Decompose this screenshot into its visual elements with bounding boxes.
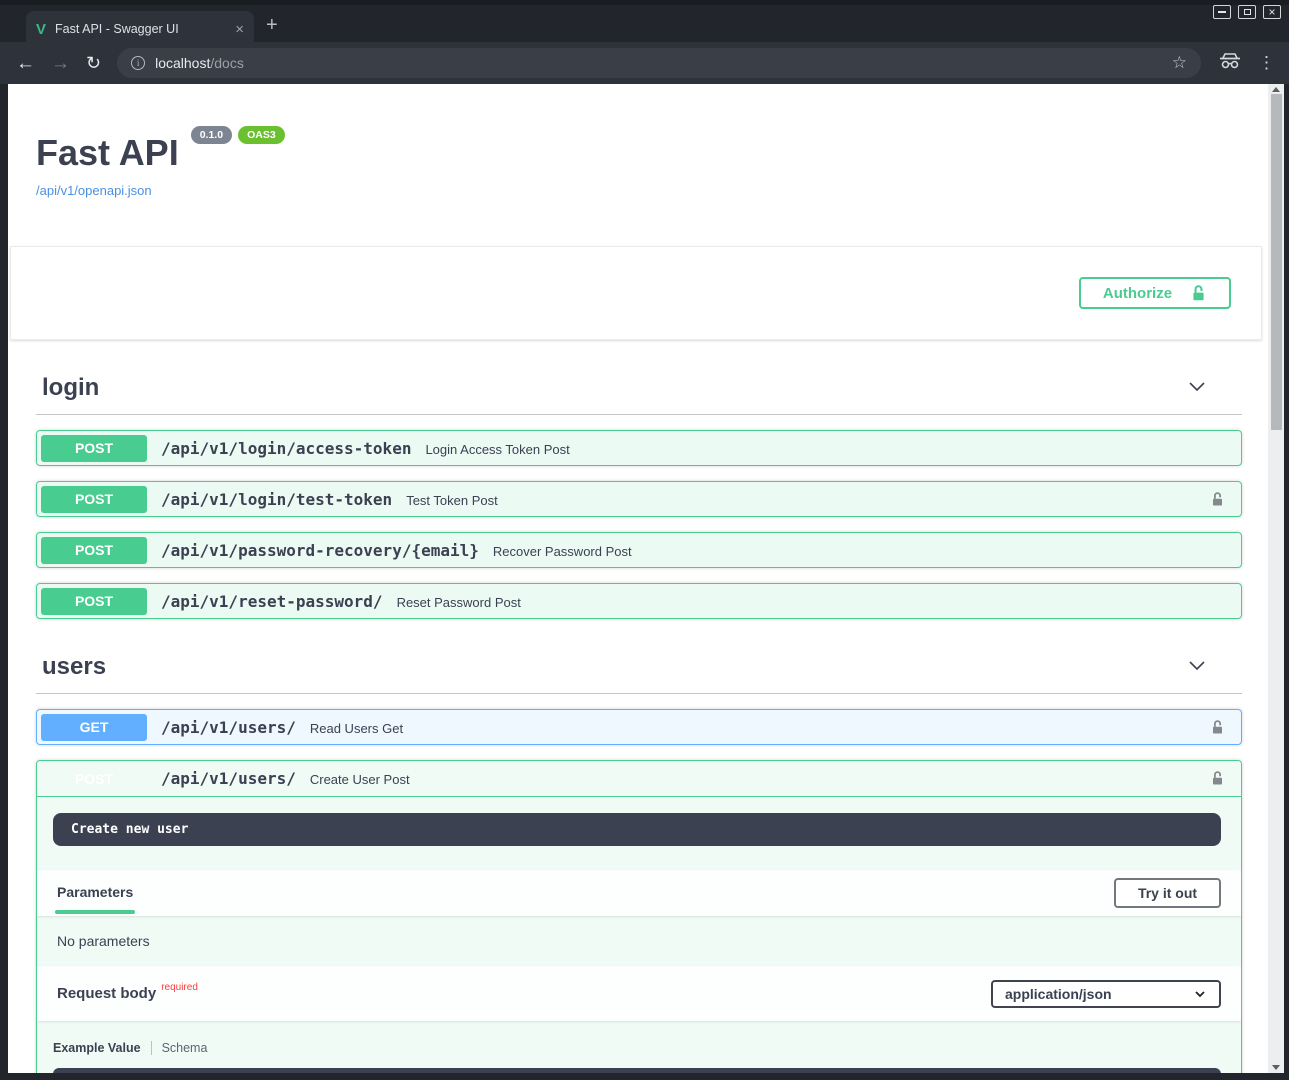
- op-description: Create new user: [53, 813, 1221, 846]
- op-create-user-expanded: POST /api/v1/users/ Create User Post Cre…: [36, 760, 1242, 1073]
- authorize-button[interactable]: Authorize: [1079, 277, 1231, 309]
- version-badge: 0.1.0: [191, 126, 232, 144]
- minimize-icon: [1218, 11, 1226, 13]
- no-parameters-text: No parameters: [37, 916, 1241, 966]
- section-login-header[interactable]: login: [36, 368, 1242, 415]
- parameters-header: Parameters Try it out: [37, 870, 1241, 916]
- incognito-icon: [1218, 53, 1242, 74]
- new-tab-button[interactable]: +: [266, 15, 278, 35]
- browser-menu-icon[interactable]: ⋮: [1258, 53, 1275, 73]
- content-type-value: application/json: [1005, 986, 1112, 1002]
- reload-button[interactable]: ↻: [86, 54, 101, 73]
- op-summary: Recover Password Post: [493, 542, 632, 559]
- op-read-users[interactable]: GET /api/v1/users/ Read Users Get: [36, 709, 1242, 745]
- request-body-label: Request body: [57, 985, 156, 1002]
- op-reset-password[interactable]: POST /api/v1/reset-password/ Reset Passw…: [36, 583, 1242, 619]
- auth-lock-icon[interactable]: [1210, 718, 1225, 737]
- content-type-select[interactable]: application/json: [991, 980, 1221, 1008]
- method-badge: POST: [41, 765, 147, 792]
- section-users-header[interactable]: users: [36, 647, 1242, 694]
- op-summary: Test Token Post: [406, 491, 498, 508]
- scroll-up-arrow[interactable]: [1272, 87, 1280, 92]
- method-badge: GET: [41, 714, 147, 741]
- maximize-icon: [1244, 9, 1251, 15]
- op-summary: Read Users Get: [310, 719, 403, 736]
- op-login-test-token[interactable]: POST /api/v1/login/test-token Test Token…: [36, 481, 1242, 517]
- page-scrollbar[interactable]: [1268, 84, 1284, 1073]
- op-login-access-token[interactable]: POST /api/v1/login/access-token Login Ac…: [36, 430, 1242, 466]
- oas3-badge: OAS3: [238, 126, 285, 144]
- example-code-block: {: [53, 1068, 1221, 1073]
- required-label: required: [161, 982, 198, 993]
- window-controls: ×: [1213, 5, 1281, 19]
- tab-schema[interactable]: Schema: [152, 1041, 208, 1055]
- request-body-header: Request body required application/json: [37, 966, 1241, 1021]
- op-summary: Create User Post: [310, 770, 410, 787]
- op-description-wrapper: Create new user: [37, 797, 1241, 870]
- openapi-spec-link[interactable]: /api/v1/openapi.json: [36, 183, 1242, 198]
- forward-button[interactable]: →: [51, 54, 70, 73]
- close-button[interactable]: ×: [1263, 5, 1281, 19]
- back-button[interactable]: ←: [16, 54, 35, 73]
- auth-lock-icon[interactable]: [1210, 490, 1225, 509]
- op-path: /api/v1/reset-password/: [161, 592, 383, 611]
- auth-lock-icon[interactable]: [1210, 769, 1225, 788]
- minimize-button[interactable]: [1213, 5, 1231, 19]
- chevron-down-icon[interactable]: [1186, 656, 1208, 679]
- authorize-label: Authorize: [1103, 285, 1172, 302]
- op-create-user-summary[interactable]: POST /api/v1/users/ Create User Post: [37, 761, 1241, 797]
- api-info: Fast API0.1.0OAS3 /api/v1/openapi.json: [36, 132, 1242, 198]
- swagger-page: Fast API0.1.0OAS3 /api/v1/openapi.json A…: [8, 84, 1268, 1073]
- method-badge: POST: [41, 537, 147, 564]
- op-path: /api/v1/users/: [161, 718, 296, 737]
- scheme-container: Authorize: [10, 246, 1262, 340]
- browser-toolbar: ← → ↻ i localhost /docs ☆ ⋮: [0, 42, 1289, 84]
- request-body-section: Example Value Schema {: [37, 1021, 1241, 1073]
- tab-example-value[interactable]: Example Value: [53, 1041, 152, 1055]
- op-path: /api/v1/login/test-token: [161, 490, 392, 509]
- maximize-button[interactable]: [1238, 5, 1256, 19]
- close-icon: ×: [1268, 7, 1275, 17]
- page-title: Fast API: [36, 132, 179, 173]
- page-viewport: Fast API0.1.0OAS3 /api/v1/openapi.json A…: [8, 84, 1284, 1073]
- url-path: /docs: [210, 55, 243, 71]
- op-password-recovery[interactable]: POST /api/v1/password-recovery/{email} R…: [36, 532, 1242, 568]
- try-it-out-button[interactable]: Try it out: [1114, 878, 1221, 908]
- method-badge: POST: [41, 486, 147, 513]
- titlebar: V Fast API - Swagger UI × + ×: [0, 0, 1289, 42]
- chevron-down-icon[interactable]: [1186, 377, 1208, 400]
- bookmark-icon[interactable]: ☆: [1172, 53, 1187, 73]
- op-path: /api/v1/users/: [161, 769, 296, 788]
- method-badge: POST: [41, 435, 147, 462]
- section-users: users GET /api/v1/users/ Read Users Get: [36, 647, 1242, 1073]
- op-summary: Reset Password Post: [397, 593, 521, 610]
- url-host: localhost: [155, 55, 210, 71]
- tab-close-icon[interactable]: ×: [235, 21, 244, 38]
- op-summary: Login Access Token Post: [425, 440, 569, 457]
- section-title: users: [42, 653, 1186, 681]
- swagger-favicon-icon: V: [36, 21, 46, 38]
- method-badge: POST: [41, 588, 147, 615]
- tab-parameters: Parameters: [57, 884, 133, 902]
- unlock-icon: [1190, 283, 1207, 304]
- op-path: /api/v1/login/access-token: [161, 439, 411, 458]
- tab-title: Fast API - Swagger UI: [55, 22, 227, 36]
- op-path: /api/v1/password-recovery/{email}: [161, 541, 479, 560]
- scrollbar-thumb[interactable]: [1271, 94, 1282, 430]
- section-login: login POST /api/v1/login/access-token Lo…: [36, 368, 1242, 619]
- scroll-down-arrow[interactable]: [1272, 1065, 1280, 1070]
- site-info-icon[interactable]: i: [131, 56, 145, 70]
- section-title: login: [42, 374, 1186, 402]
- chevron-down-icon: [1193, 987, 1207, 1001]
- address-bar[interactable]: i localhost /docs ☆: [117, 48, 1201, 78]
